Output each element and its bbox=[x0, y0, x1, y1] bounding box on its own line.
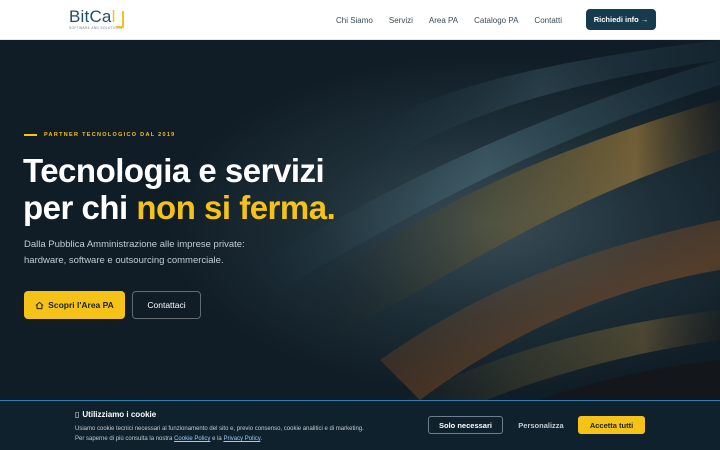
cookie-description: Usiamo cookie tecnici necessari al funzi… bbox=[75, 424, 420, 444]
contact-button[interactable]: Contattaci bbox=[132, 291, 201, 319]
cookie-text-mid: e la bbox=[210, 436, 224, 442]
request-info-button[interactable]: Richiedi info → bbox=[586, 9, 656, 30]
site-header: BitCal SOFTWARE AND SOLUTIONS Chi Siamo … bbox=[0, 0, 720, 40]
eyebrow-line bbox=[24, 134, 37, 136]
logo-wordmark: BitCal bbox=[69, 7, 116, 26]
privacy-policy-link[interactable]: Privacy Policy bbox=[223, 436, 260, 442]
area-pa-button-label: Scopri l'Area PA bbox=[48, 300, 114, 310]
subtitle-line1: Dalla Pubblica Amministrazione alle impr… bbox=[24, 239, 245, 250]
nav-servizi[interactable]: Servizi bbox=[381, 0, 421, 40]
main-nav: Chi Siamo Servizi Area PA Catalogo PA Co… bbox=[328, 0, 570, 40]
headline-highlight: non si ferma. bbox=[136, 189, 336, 226]
logo-bracket-icon bbox=[116, 11, 124, 28]
logo[interactable]: BitCal SOFTWARE AND SOLUTIONS bbox=[69, 7, 124, 32]
contact-button-label: Contattaci bbox=[147, 300, 186, 310]
hero-headline: Tecnologia e servizi per chi non si ferm… bbox=[23, 152, 403, 226]
hero-section: PARTNER TECNOLOGICO DAL 2019 Tecnologia … bbox=[0, 40, 720, 450]
cookie-icon: ▯ bbox=[75, 410, 80, 419]
request-info-label: Richiedi info bbox=[593, 15, 639, 24]
cookie-text-prefix: Per saperne di più consulta la nostra bbox=[75, 436, 175, 442]
hero-eyebrow: PARTNER TECNOLOGICO DAL 2019 bbox=[24, 132, 176, 138]
cookie-text-line1: Usiamo cookie tecnici necessari al funzi… bbox=[75, 426, 364, 432]
cookie-title-text: Utilizziamo i cookie bbox=[82, 410, 157, 419]
only-necessary-button[interactable]: Solo necessari bbox=[428, 416, 503, 434]
nav-chi-siamo[interactable]: Chi Siamo bbox=[328, 0, 381, 40]
logo-tagline: SOFTWARE AND SOLUTIONS bbox=[69, 26, 123, 30]
subtitle-line2: hardware, software e outsourcing commerc… bbox=[24, 255, 224, 266]
cookie-title: ▯ Utilizziamo i cookie bbox=[75, 410, 156, 419]
eyebrow-text: PARTNER TECNOLOGICO DAL 2019 bbox=[44, 132, 176, 138]
accept-all-button[interactable]: Accetta tutti bbox=[578, 416, 645, 434]
nav-area-pa[interactable]: Area PA bbox=[421, 0, 466, 40]
arrow-right-icon: → bbox=[640, 15, 649, 24]
headline-line2: per chi bbox=[23, 189, 137, 226]
nav-contatti[interactable]: Contatti bbox=[526, 0, 570, 40]
hero-subtitle: Dalla Pubblica Amministrazione alle impr… bbox=[24, 237, 324, 269]
headline-line1: Tecnologia e servizi bbox=[23, 152, 325, 189]
customize-button[interactable]: Personalizza bbox=[510, 416, 572, 434]
cookie-text-suffix: . bbox=[260, 436, 263, 442]
home-icon bbox=[35, 301, 44, 309]
area-pa-button[interactable]: Scopri l'Area PA bbox=[24, 291, 125, 319]
nav-catalogo-pa[interactable]: Catalogo PA bbox=[466, 0, 526, 40]
cookie-policy-link[interactable]: Cookie Policy bbox=[174, 436, 210, 442]
